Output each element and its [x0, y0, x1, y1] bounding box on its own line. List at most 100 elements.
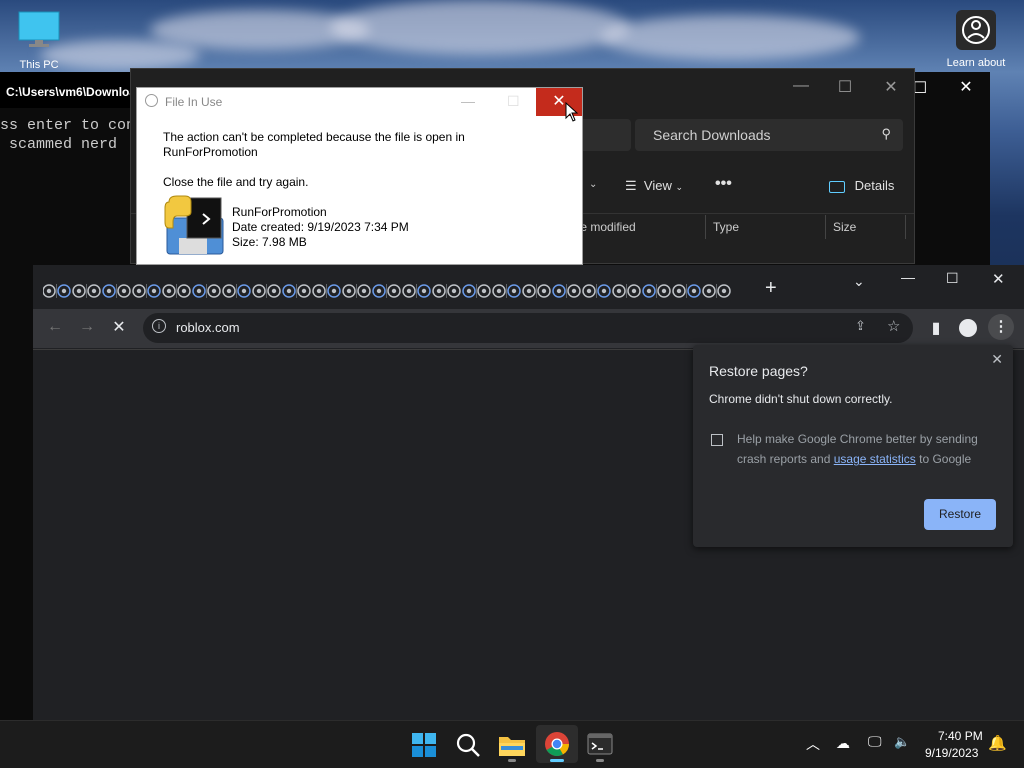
tab-5[interactable] [102, 284, 117, 298]
tab-23[interactable] [372, 284, 387, 298]
network-icon[interactable]: 🖵 [868, 733, 882, 750]
search-downloads-input[interactable]: Search Downloads ⚲ [635, 119, 903, 151]
new-tab-button[interactable]: + [765, 277, 777, 300]
tab-27[interactable] [432, 284, 447, 298]
column-date-modified[interactable]: te modified [577, 220, 636, 234]
tab-35[interactable] [552, 284, 567, 298]
tab-43[interactable] [672, 284, 687, 298]
share-icon[interactable]: ⇪ [855, 318, 866, 334]
volume-muted-icon[interactable]: 🔈 [894, 734, 910, 750]
address-bar[interactable]: i roblox.com ⇪ ☆ [143, 313, 913, 343]
profile-avatar-icon[interactable] [959, 319, 977, 337]
chrome-window[interactable]: + ⌄ — ☐ ✕ ← → ✕ i roblox.com ⇪ ☆ ▮ ⋮ ✕ R… [33, 265, 1024, 721]
explorer-close-button[interactable]: ✕ [871, 77, 911, 97]
tab-22[interactable] [357, 284, 371, 298]
tab-search-button[interactable]: ⌄ [853, 273, 865, 290]
popup-title: Restore pages? [709, 363, 808, 379]
side-panel-icon[interactable]: ▮ [924, 318, 948, 338]
start-button[interactable] [408, 729, 440, 761]
explorer-minimize-button[interactable]: — [781, 77, 821, 95]
view-button[interactable]: ☰ View ⌄ [625, 178, 683, 194]
tab-4[interactable] [87, 284, 101, 298]
sort-chevron-icon[interactable]: ⌄ [589, 179, 597, 190]
details-button[interactable]: Details [829, 178, 894, 193]
tab-38[interactable] [597, 284, 611, 298]
file-size: Size: 7.98 MB [232, 235, 307, 249]
tab-28[interactable] [447, 284, 461, 298]
tab-7[interactable] [132, 284, 147, 298]
column-size[interactable]: Size [833, 220, 856, 234]
tab-11[interactable] [192, 284, 207, 298]
tab-16[interactable] [267, 284, 281, 298]
file-explorer-taskbar-button[interactable] [496, 729, 528, 762]
tab-8[interactable] [147, 284, 161, 298]
popup-close-button[interactable]: ✕ [991, 351, 1003, 368]
show-hidden-icons-button[interactable]: ︿ [806, 734, 820, 754]
search-button[interactable] [452, 729, 484, 761]
bookmark-star-icon[interactable]: ☆ [887, 317, 900, 335]
tab-39[interactable] [612, 284, 627, 298]
chrome-taskbar-button[interactable] [536, 725, 578, 763]
tab-14[interactable] [237, 284, 251, 298]
tab-1[interactable] [43, 284, 57, 298]
learn-about-picture-icon[interactable]: Learn about [940, 10, 1012, 69]
tab-9[interactable] [162, 284, 177, 298]
tab-29[interactable] [462, 284, 477, 298]
chrome-minimize-button[interactable]: — [901, 269, 915, 285]
file-in-use-dialog[interactable]: File In Use — ☐ ✕ The action can't be co… [136, 87, 583, 265]
tab-32[interactable] [507, 284, 521, 298]
chrome-close-button[interactable]: ✕ [992, 270, 1005, 288]
tab-13[interactable] [222, 284, 237, 298]
usage-statistics-link[interactable]: usage statistics [834, 452, 916, 466]
tab-19[interactable] [312, 284, 327, 298]
tab-33[interactable] [522, 284, 537, 298]
this-pc-desktop-icon[interactable]: This PC [14, 10, 64, 71]
tab-15[interactable] [252, 284, 267, 298]
tab-36[interactable] [567, 284, 581, 298]
tab-40[interactable] [627, 284, 641, 298]
tab-3[interactable] [72, 284, 87, 298]
chrome-menu-icon[interactable]: ⋮ [988, 314, 1014, 340]
dialog-title: File In Use [165, 95, 223, 109]
onedrive-icon[interactable]: ☁ [836, 735, 850, 752]
dialog-message-2: RunForPromotion [163, 145, 258, 159]
clock-time[interactable]: 7:40 PM [938, 729, 983, 743]
tab-2[interactable] [57, 284, 71, 298]
tab-12[interactable] [207, 284, 221, 298]
notification-bell-icon[interactable]: 🔔 [988, 734, 1007, 752]
back-button[interactable]: ← [43, 318, 67, 336]
console-close-button[interactable]: ✕ [946, 77, 986, 97]
explorer-maximize-button[interactable]: ☐ [825, 77, 865, 97]
tab-42[interactable] [657, 284, 671, 298]
tab-10[interactable] [177, 284, 191, 298]
tab-26[interactable] [417, 284, 431, 298]
tab-20[interactable] [327, 284, 341, 298]
tab-21[interactable] [342, 284, 357, 298]
dialog-message-1: The action can't be completed because th… [163, 130, 465, 144]
tab-17[interactable] [282, 284, 297, 298]
clock-date[interactable]: 9/19/2023 [925, 746, 978, 760]
stats-checkbox[interactable] [711, 434, 723, 446]
tab-6[interactable] [117, 284, 131, 298]
tab-31[interactable] [492, 284, 507, 298]
stop-loading-button[interactable]: ✕ [107, 317, 131, 337]
tab-41[interactable] [642, 284, 657, 298]
tab-18[interactable] [297, 284, 311, 298]
tab-45[interactable] [702, 284, 717, 298]
tab-30[interactable] [477, 284, 491, 298]
tab-37[interactable] [582, 284, 597, 298]
tab-34[interactable] [537, 284, 551, 298]
column-type[interactable]: Type [713, 220, 739, 234]
tab-46[interactable] [717, 284, 731, 298]
tab-44[interactable] [687, 284, 701, 298]
tab-24[interactable] [387, 284, 401, 298]
restore-button[interactable]: Restore [924, 499, 996, 530]
more-options-icon[interactable]: ••• [715, 175, 732, 193]
restore-pages-popup[interactable]: ✕ Restore pages? Chrome didn't shut down… [693, 345, 1013, 547]
terminal-taskbar-button[interactable] [584, 729, 616, 762]
dialog-maximize-button[interactable]: ☐ [507, 93, 520, 110]
forward-button[interactable]: → [75, 318, 99, 336]
tab-25[interactable] [402, 284, 417, 298]
dialog-minimize-button[interactable]: — [461, 93, 475, 109]
chrome-maximize-button[interactable]: ☐ [946, 270, 959, 287]
